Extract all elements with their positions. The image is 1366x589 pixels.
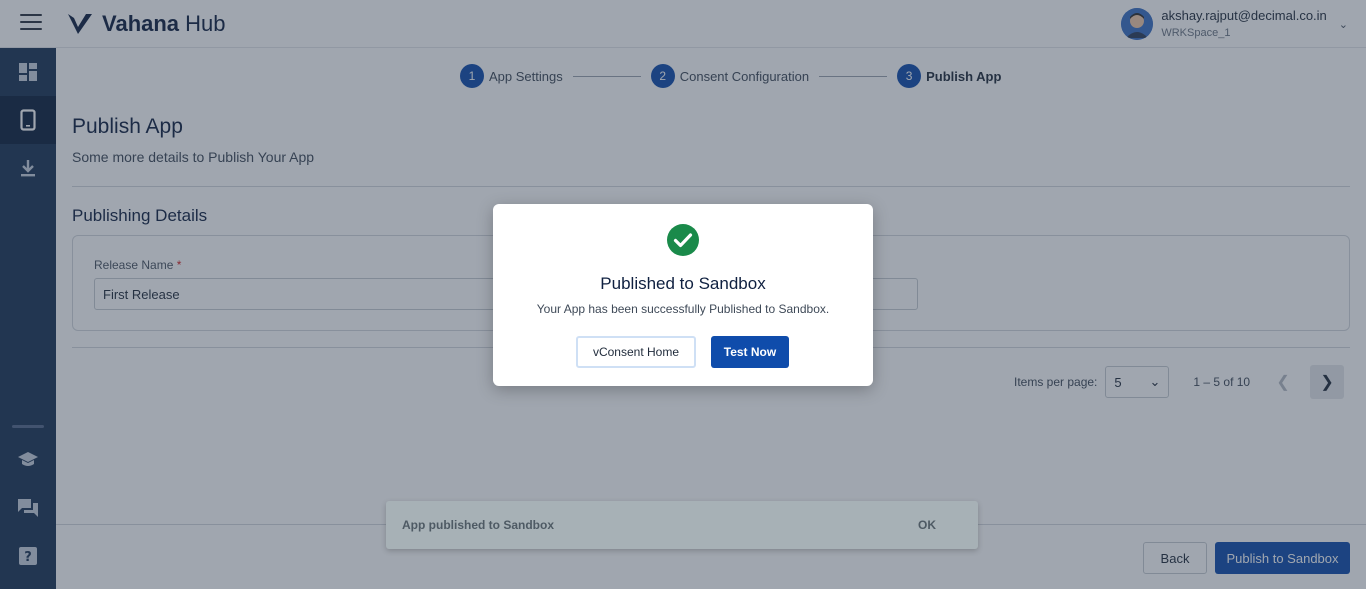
success-check-icon bbox=[667, 224, 699, 256]
dialog-message: Your App has been successfully Published… bbox=[536, 302, 830, 316]
snackbar: App published to Sandbox OK bbox=[386, 501, 978, 549]
snackbar-message: App published to Sandbox bbox=[402, 518, 554, 532]
dialog-title: Published to Sandbox bbox=[600, 274, 766, 293]
vconsent-home-button[interactable]: vConsent Home bbox=[576, 336, 696, 368]
success-dialog: Published to Sandbox Your App has been s… bbox=[493, 204, 873, 386]
test-now-button[interactable]: Test Now bbox=[711, 336, 789, 368]
snackbar-ok-button[interactable]: OK bbox=[918, 518, 936, 532]
